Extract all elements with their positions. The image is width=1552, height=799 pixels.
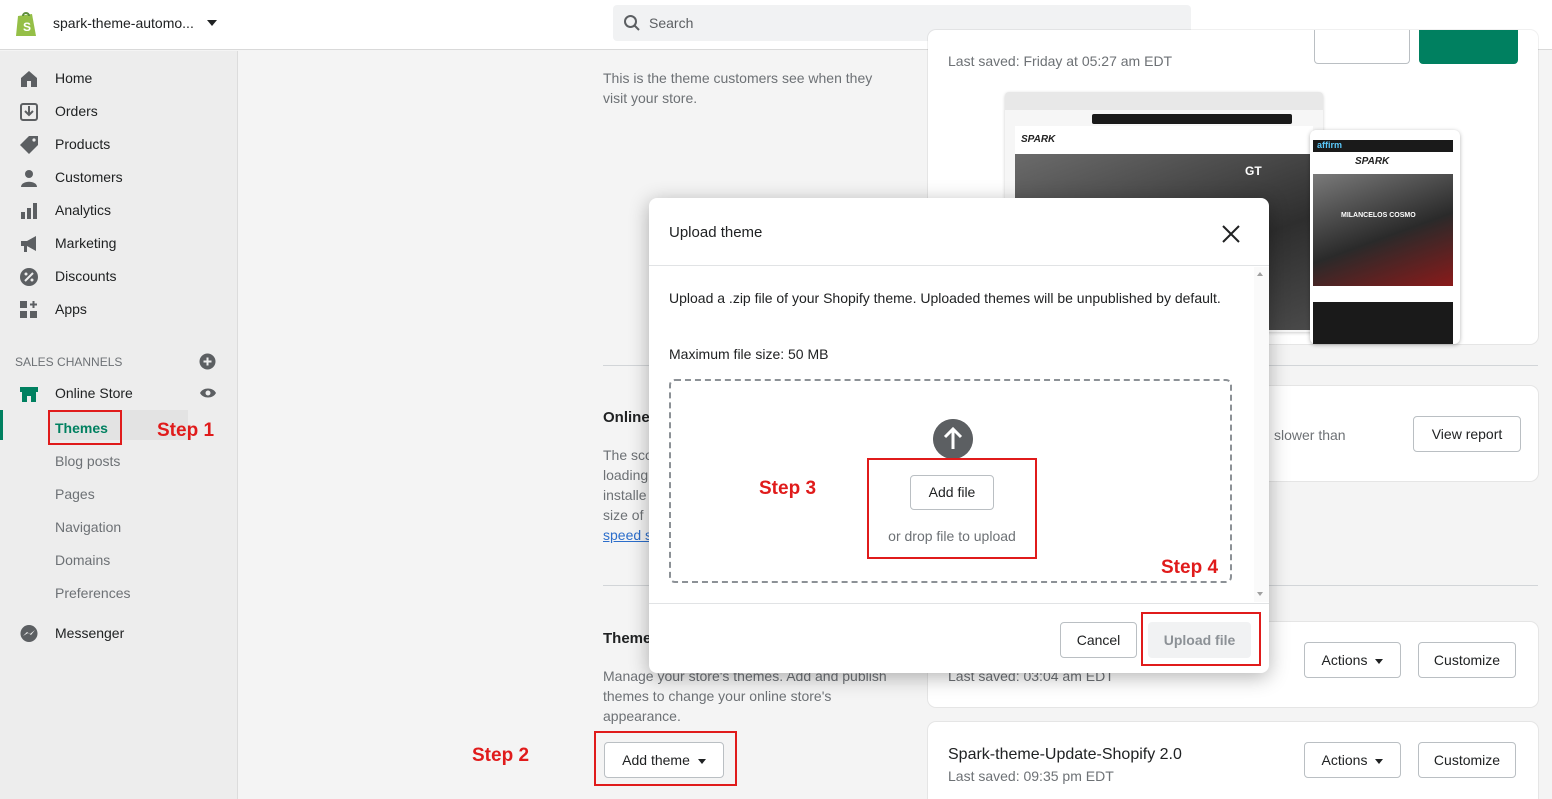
store-name[interactable]: spark-theme-automo... — [53, 15, 194, 31]
svg-text:S: S — [23, 20, 31, 34]
modal-header-divider — [649, 265, 1269, 266]
modal-scrollbar[interactable] — [1254, 267, 1269, 602]
search-icon — [624, 15, 640, 31]
shopify-logo[interactable]: S — [14, 10, 38, 38]
store-caret-icon[interactable] — [207, 20, 217, 26]
step3-label: Step 3 — [759, 478, 817, 499]
upload-theme-modal: Upload theme Upload a .zip file of your … — [649, 198, 1269, 673]
cancel-button[interactable]: Cancel — [1060, 622, 1137, 658]
upload-arrow-icon — [933, 419, 973, 459]
step2-highlight — [594, 731, 737, 786]
max-file-size: Maximum file size: 50 MB — [669, 346, 829, 362]
scroll-up-icon[interactable] — [1257, 272, 1263, 276]
close-icon[interactable] — [1219, 222, 1243, 246]
step4-highlight — [1141, 612, 1261, 666]
scroll-down-icon[interactable] — [1257, 592, 1263, 596]
search-placeholder: Search — [649, 15, 694, 31]
modal-description: Upload a .zip file of your Shopify theme… — [669, 290, 1221, 306]
modal-title: Upload theme — [669, 224, 763, 241]
step1-highlight — [48, 410, 122, 445]
step2-label: Step 2 — [472, 745, 530, 766]
step4-label: Step 4 — [1161, 557, 1219, 578]
modal-footer-divider — [649, 603, 1269, 604]
step1-label: Step 1 — [157, 420, 215, 441]
step3-highlight — [867, 458, 1037, 559]
